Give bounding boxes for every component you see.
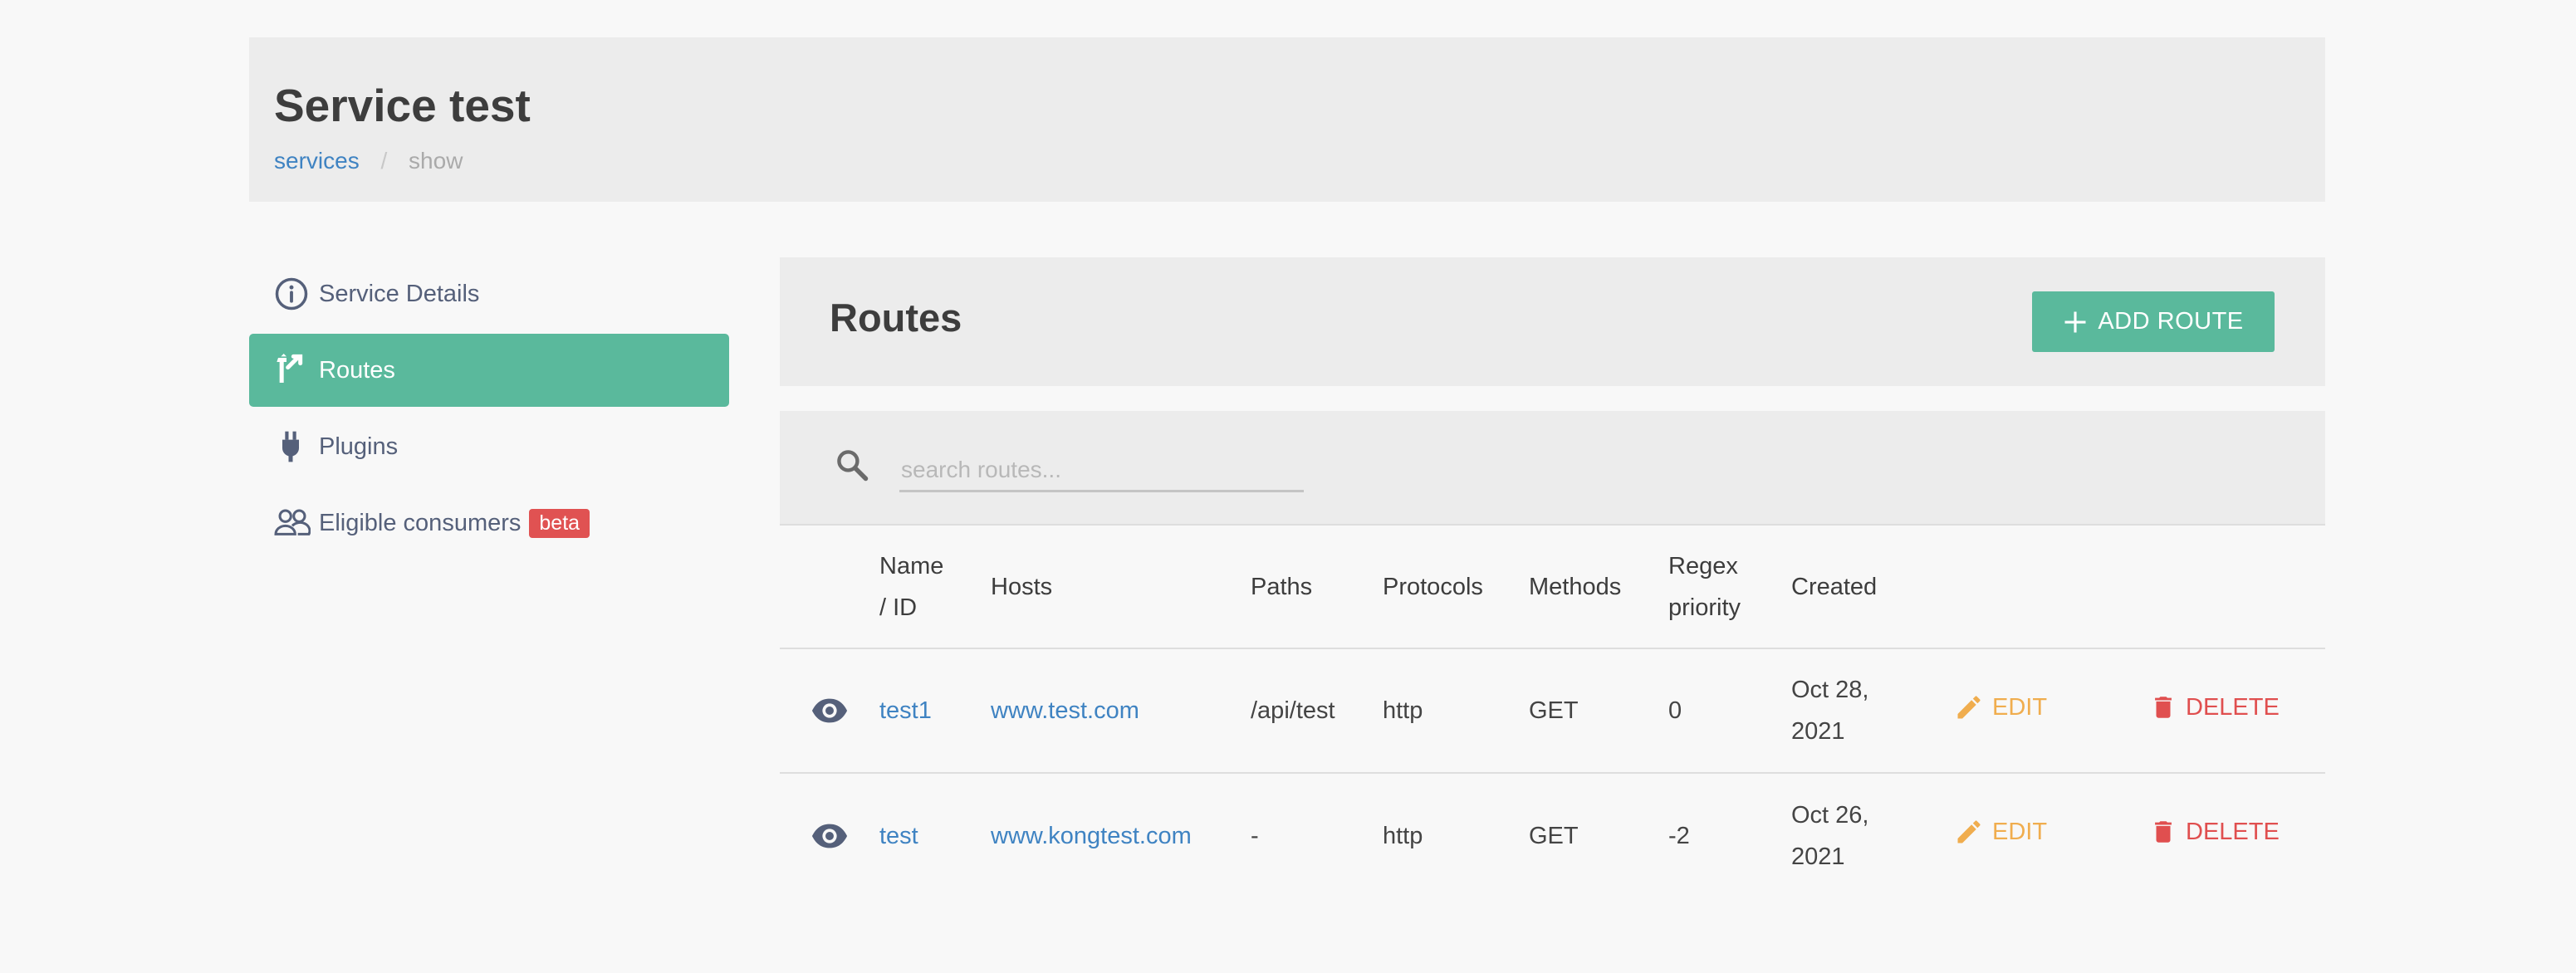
breadcrumb-separator: / (380, 148, 388, 174)
search-bar (780, 411, 2325, 526)
route-host-link[interactable]: www.kongtest.com (991, 823, 1192, 849)
route-created: Oct 28, 2021 (1791, 677, 1869, 745)
page-header: Service test services / show (249, 37, 2325, 202)
add-route-label: ADD ROUTE (2098, 308, 2244, 335)
sidebar-item-label: Routes (319, 356, 395, 384)
route-path: /api/test (1251, 648, 1383, 774)
column-header-protocols: Protocols (1383, 526, 1529, 649)
route-path: - (1251, 822, 1259, 849)
route-method: GET (1529, 822, 1579, 849)
sidebar-item-eligible-consumers[interactable]: Eligible consumers beta (249, 486, 729, 560)
route-name-link[interactable]: test (879, 823, 918, 849)
column-header-paths: Paths (1251, 526, 1383, 649)
page-title: Service test (274, 80, 531, 131)
breadcrumb: services / show (274, 148, 463, 174)
route-protocol: http (1383, 822, 1423, 849)
column-header-created: Created (1791, 526, 1954, 649)
table-row: test1 www.test.com /api/test http GET 0 … (780, 648, 2325, 774)
column-header-name: Name / ID (879, 526, 991, 649)
column-header-regex-priority: Regex priority (1668, 526, 1791, 649)
beta-badge: beta (529, 508, 590, 538)
pencil-icon (1957, 820, 1981, 843)
breadcrumb-services-link[interactable]: services (274, 148, 360, 174)
search-icon (834, 447, 870, 487)
route-name-link[interactable]: test1 (879, 697, 932, 724)
column-header-hosts: Hosts (991, 526, 1251, 649)
plus-icon (2063, 310, 2088, 335)
routes-header: Routes ADD ROUTE (780, 257, 2325, 386)
search-input[interactable] (899, 449, 1304, 492)
pencil-icon (1957, 696, 1981, 718)
eye-icon[interactable] (780, 692, 879, 730)
route-protocol: http (1383, 648, 1529, 774)
delete-button[interactable]: DELETE (2149, 811, 2280, 853)
sidebar-item-label: Plugins (319, 433, 399, 460)
add-route-button[interactable]: ADD ROUTE (2032, 291, 2275, 352)
sidebar-item-label: Service Details (319, 280, 480, 307)
routes-title: Routes (830, 296, 962, 340)
edit-button[interactable]: EDIT (1954, 687, 2047, 728)
column-header-view (780, 526, 879, 649)
routes-table: Name / ID Hosts Paths Protocols Methods … (780, 526, 2325, 897)
sidebar-item-service-details[interactable]: Service Details (249, 257, 729, 330)
sidebar-item-routes[interactable]: Routes (249, 334, 729, 407)
sidebar-item-label: Eligible consumers (319, 509, 522, 536)
routes-icon (274, 351, 312, 389)
eye-icon[interactable] (780, 817, 879, 855)
route-method: GET (1529, 648, 1668, 774)
breadcrumb-current: show (409, 148, 463, 174)
column-header-methods: Methods (1529, 526, 1668, 649)
delete-button[interactable]: DELETE (2149, 687, 2280, 728)
sidebar-item-plugins[interactable]: Plugins (249, 410, 729, 483)
route-created: Oct 26, 2021 (1791, 801, 1869, 870)
table-header-row: Name / ID Hosts Paths Protocols Methods … (780, 526, 2325, 649)
column-header-delete (2149, 526, 2325, 649)
column-header-edit (1954, 526, 2149, 649)
sidebar: Service Details Routes Plugins Eligible … (249, 257, 729, 563)
table-row: test www.kongtest.com - http GET -2 Oct … (780, 773, 2325, 897)
plug-icon (274, 428, 312, 466)
info-circle-icon (274, 275, 312, 313)
trash-icon (2155, 821, 2172, 843)
route-host-link[interactable]: www.test.com (991, 697, 1139, 724)
users-icon (274, 504, 312, 542)
routes-panel: Routes ADD ROUTE Name / ID Hosts Paths P… (780, 257, 2325, 897)
edit-button[interactable]: EDIT (1954, 811, 2047, 853)
route-regex-priority: -2 (1668, 822, 1690, 849)
trash-icon (2155, 696, 2172, 718)
route-regex-priority: 0 (1668, 648, 1791, 774)
